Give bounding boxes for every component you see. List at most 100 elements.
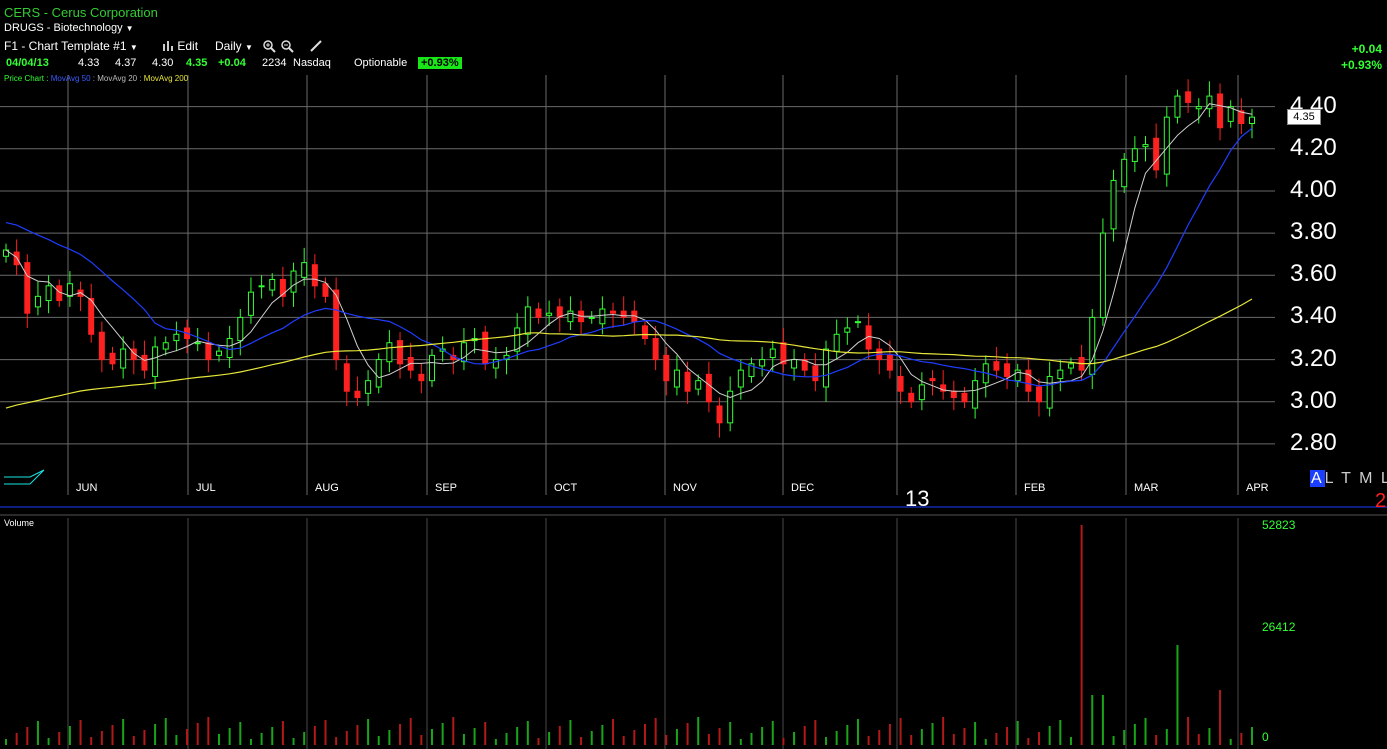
range-button-l[interactable]: L	[1325, 470, 1335, 487]
candle-body	[886, 354, 893, 371]
candle-body	[482, 331, 489, 365]
volume-bar	[654, 718, 657, 745]
range-button-m[interactable]: M	[1359, 470, 1374, 487]
candle-body	[1153, 137, 1160, 171]
y-tick-label: 3.80	[1290, 218, 1337, 246]
volume-bar	[100, 731, 103, 745]
volume-bar	[68, 726, 71, 745]
volume-bar	[367, 719, 370, 745]
range-buttons[interactable]: AL T M L	[1310, 470, 1387, 488]
candle-body	[1110, 179, 1117, 230]
volume-bar	[1187, 717, 1190, 745]
volume-bar	[580, 737, 583, 745]
candle-body	[354, 390, 361, 399]
volume-bar	[122, 719, 125, 745]
volume-bar	[377, 736, 380, 745]
volume-bar	[729, 722, 732, 745]
candle-body	[705, 373, 712, 403]
candle-body	[929, 378, 936, 382]
volume-bar	[910, 735, 913, 745]
volume-bar	[814, 720, 817, 745]
candle-body	[610, 310, 617, 314]
candles	[3, 79, 1255, 438]
volume-bar	[164, 718, 167, 745]
y-tick-label: 2.80	[1290, 428, 1337, 456]
volume-bar	[878, 730, 881, 745]
y-tick-label: 3.40	[1290, 302, 1337, 330]
range-button-l2[interactable]: L	[1381, 470, 1387, 487]
volume-bar	[952, 734, 955, 745]
candle-body	[1099, 232, 1106, 318]
candle-body	[588, 316, 595, 319]
scroll-marker-icon	[4, 469, 45, 485]
candle-body	[535, 308, 542, 318]
last-price-tag: 4.35	[1287, 109, 1321, 125]
candle-body	[205, 342, 212, 361]
volume-bar	[143, 730, 146, 745]
candle-body	[66, 283, 73, 297]
candle-body	[769, 348, 776, 358]
price-volume-chart[interactable]	[0, 0, 1387, 749]
volume-bar	[79, 720, 82, 745]
volume-bar	[1219, 690, 1222, 745]
candle-body	[1142, 144, 1149, 148]
candle-body	[833, 333, 840, 352]
volume-label: Volume	[4, 518, 35, 528]
volume-bar	[1144, 718, 1147, 745]
candle-body	[972, 380, 979, 409]
volume-bar	[931, 723, 934, 745]
volume-bar	[675, 729, 678, 745]
volume-bar	[707, 734, 710, 745]
candle-body	[1121, 158, 1128, 188]
volume-bar	[569, 720, 572, 745]
range-button-t[interactable]: T	[1341, 470, 1352, 487]
candle-body	[823, 348, 830, 388]
volume-bar	[612, 719, 615, 745]
candle-body	[993, 361, 1000, 371]
volume-bar	[473, 728, 476, 745]
candle-body	[375, 359, 382, 388]
candle-body	[162, 342, 169, 350]
candle-body	[897, 375, 904, 392]
volume-bar	[239, 722, 242, 745]
month-label: SEP	[435, 482, 458, 494]
candle-body	[961, 392, 968, 403]
volume-bar	[867, 736, 870, 745]
volume-bar	[196, 723, 199, 745]
month-label: AUG	[315, 482, 339, 494]
candle-body	[258, 285, 265, 288]
volume-bar	[505, 733, 508, 745]
volume-bar	[356, 725, 359, 745]
candle-body	[290, 270, 297, 293]
candle-body	[173, 333, 180, 342]
volume-bar	[441, 723, 444, 745]
candle-body	[652, 338, 659, 361]
volume-bar	[154, 724, 157, 745]
volume-bar	[1251, 727, 1253, 745]
candle-body	[918, 384, 925, 401]
volume-bar	[1240, 733, 1243, 745]
candle-body	[1195, 106, 1202, 110]
month-label: OCT	[554, 482, 578, 494]
candle-body	[1025, 369, 1032, 392]
candle-body	[34, 295, 41, 308]
volume-bar	[984, 739, 987, 745]
volume-bar	[1006, 727, 1009, 745]
volume-bar	[548, 732, 551, 745]
volume-bar	[1112, 736, 1115, 745]
candle-body	[1004, 363, 1011, 377]
volume-tick-zero: 0	[1262, 730, 1269, 744]
volume-bar	[15, 733, 18, 745]
volume-bar	[803, 726, 806, 745]
candle-body	[1036, 386, 1043, 403]
y-tick-label: 4.00	[1290, 175, 1337, 203]
volume-bar	[750, 733, 753, 745]
volume-bar	[601, 725, 604, 745]
volume-bar	[771, 721, 774, 745]
volume-bar	[228, 728, 231, 745]
candle-body	[791, 359, 798, 369]
volume-bar	[249, 739, 252, 745]
year-label: 13	[905, 486, 930, 511]
volume-bar	[1229, 739, 1232, 745]
range-button-a[interactable]: A	[1310, 470, 1325, 487]
